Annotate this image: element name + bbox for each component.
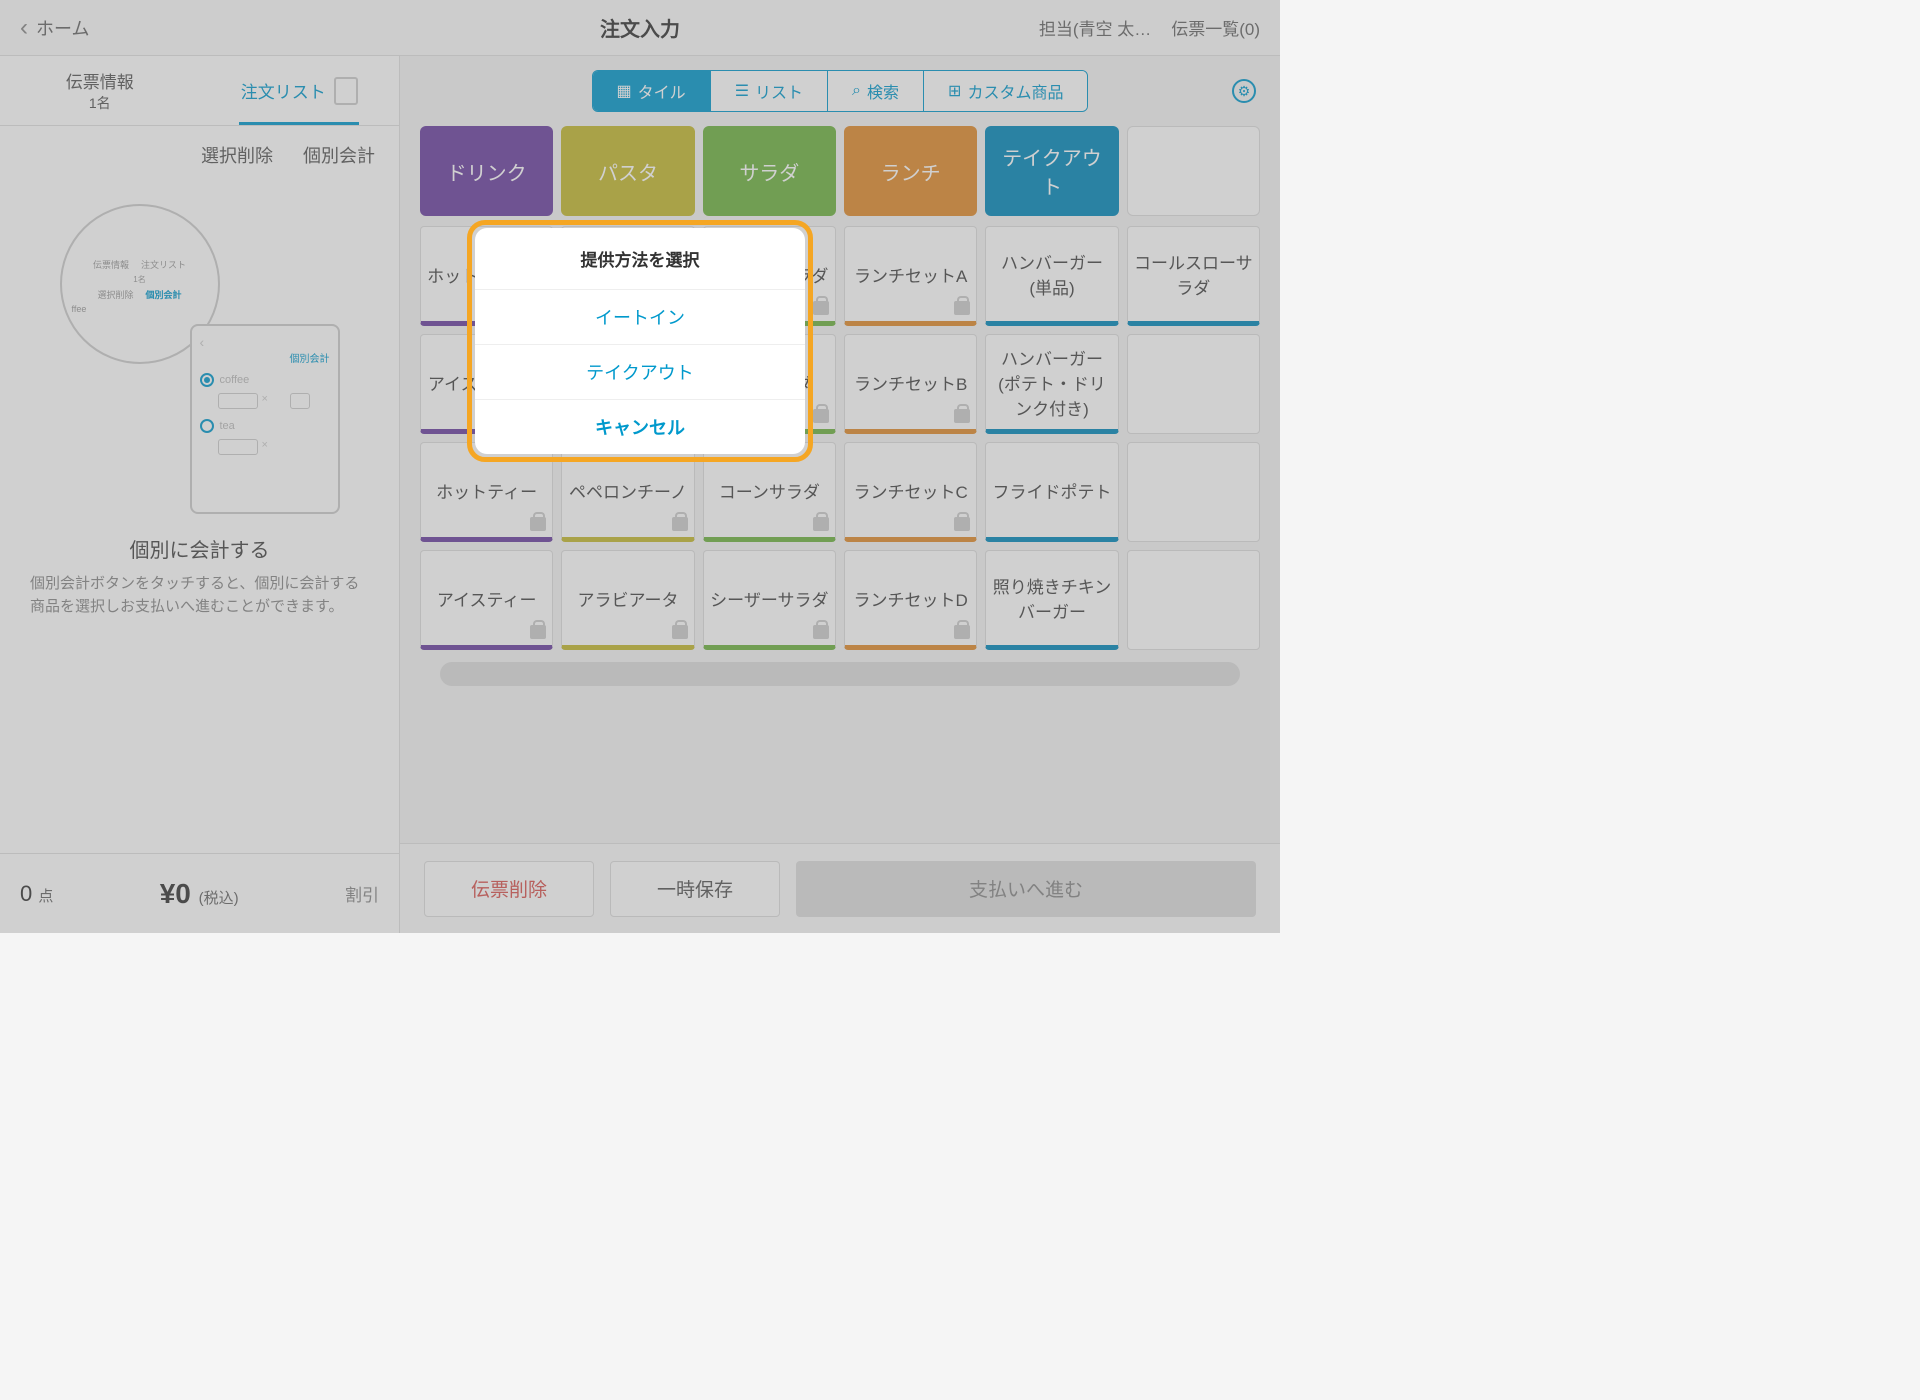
serving-method-modal: 提供方法を選択 イートイン テイクアウト キャンセル [475, 228, 805, 454]
modal-overlay[interactable]: 提供方法を選択 イートイン テイクアウト キャンセル [0, 0, 1280, 933]
option-takeout[interactable]: テイクアウト [475, 345, 805, 400]
option-eat-in[interactable]: イートイン [475, 290, 805, 345]
cancel-button[interactable]: キャンセル [475, 400, 805, 454]
modal-title: 提供方法を選択 [475, 228, 805, 290]
